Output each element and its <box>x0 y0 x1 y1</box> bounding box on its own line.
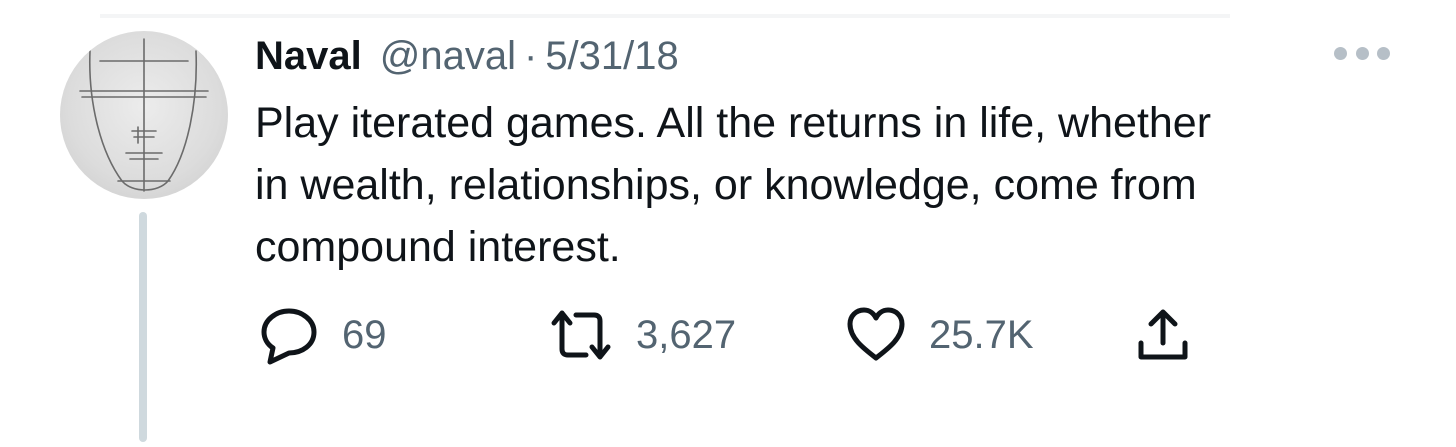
like-count: 25.7K <box>929 312 1034 357</box>
reply-icon <box>258 304 320 366</box>
top-divider <box>100 14 1230 18</box>
tweet-text-line: Play iterated games. All the returns in … <box>255 99 1212 147</box>
avatar[interactable] <box>60 31 228 199</box>
heart-icon <box>845 306 907 364</box>
reply-button[interactable]: 69 <box>258 300 387 370</box>
like-button[interactable]: 25.7K <box>845 300 1034 370</box>
tweet-header: Naval @naval · 5/31/18 <box>255 30 679 82</box>
retweet-button[interactable]: 3,627 <box>548 300 736 370</box>
more-dot <box>1355 46 1369 60</box>
retweet-count: 3,627 <box>636 312 737 357</box>
tweet-text-line: compound interest. <box>255 223 621 271</box>
share-button[interactable] <box>1133 300 1193 370</box>
author-name[interactable]: Naval <box>255 34 362 79</box>
retweet-icon <box>548 307 614 363</box>
author-handle[interactable]: @naval <box>380 34 516 79</box>
reply-count: 69 <box>342 312 387 357</box>
tweet-text: Play iterated games. All the returns in … <box>255 92 1405 278</box>
avatar-sketch-image <box>79 38 209 192</box>
tweet-date[interactable]: 5/31/18 <box>545 34 678 79</box>
more-options-icon[interactable] <box>1334 44 1390 62</box>
tweet-text-line: in wealth, relationships, or knowledge, … <box>255 161 1197 209</box>
tweet-actions: 69 3,627 25.7K <box>0 300 1456 370</box>
share-icon <box>1133 305 1193 365</box>
more-dot <box>1334 46 1347 60</box>
separator-dot: · <box>523 33 538 78</box>
more-dot <box>1377 46 1390 60</box>
